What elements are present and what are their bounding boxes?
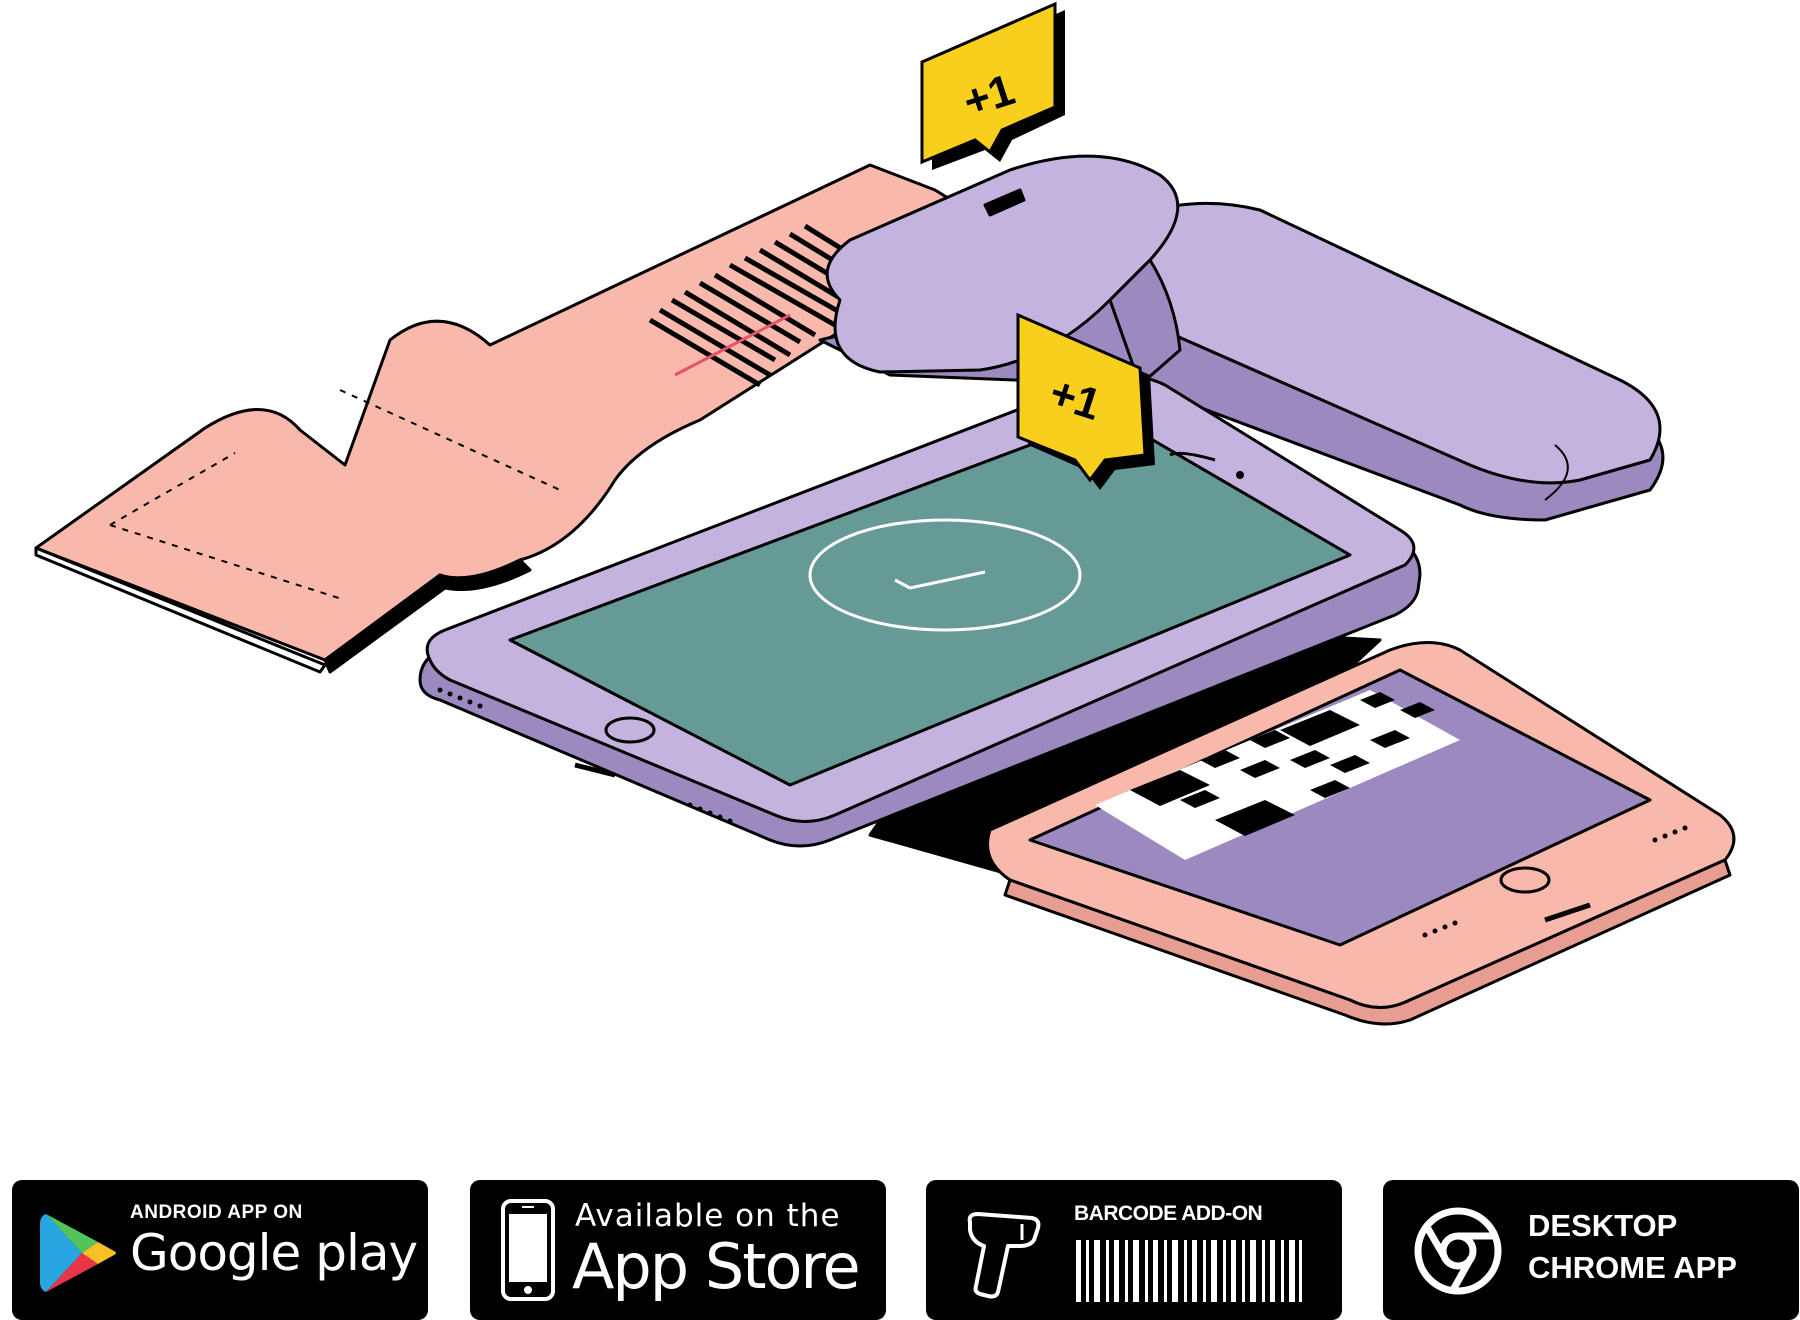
google-play-small-text: ANDROID APP ON: [130, 1202, 303, 1223]
barcode-icon: [1076, 1240, 1302, 1302]
chrome-app-line1: DESKTOP: [1528, 1208, 1678, 1243]
scanner-notification: +1: [920, 1, 1065, 170]
app-store-small-text: Available on the: [575, 1198, 841, 1234]
app-store-badge[interactable]: Available on the App Store: [470, 1180, 886, 1320]
chrome-app-badge[interactable]: DESKTOP CHROME APP: [1383, 1180, 1799, 1320]
scanner-illustration: +1 +1: [34, 1, 1736, 1026]
google-play-badge[interactable]: ANDROID APP ON Google play: [12, 1180, 428, 1320]
app-store-big-text: App Store: [572, 1230, 861, 1303]
page: +1 +1 ANDROID APP ON Google play Availab…: [0, 0, 1800, 1320]
barcode-addon-badge[interactable]: BARCODE ADD-ON: [926, 1180, 1342, 1320]
phone-icon: [501, 1199, 555, 1301]
chrome-app-line2: CHROME APP: [1528, 1250, 1737, 1285]
play-triangle-icon: [40, 1214, 116, 1292]
chrome-icon: [1414, 1207, 1502, 1295]
barcode-addon-text: BARCODE ADD-ON: [1074, 1202, 1263, 1225]
barcode-scanner-icon: [967, 1212, 1041, 1299]
google-play-big-text: Google play: [130, 1224, 418, 1282]
